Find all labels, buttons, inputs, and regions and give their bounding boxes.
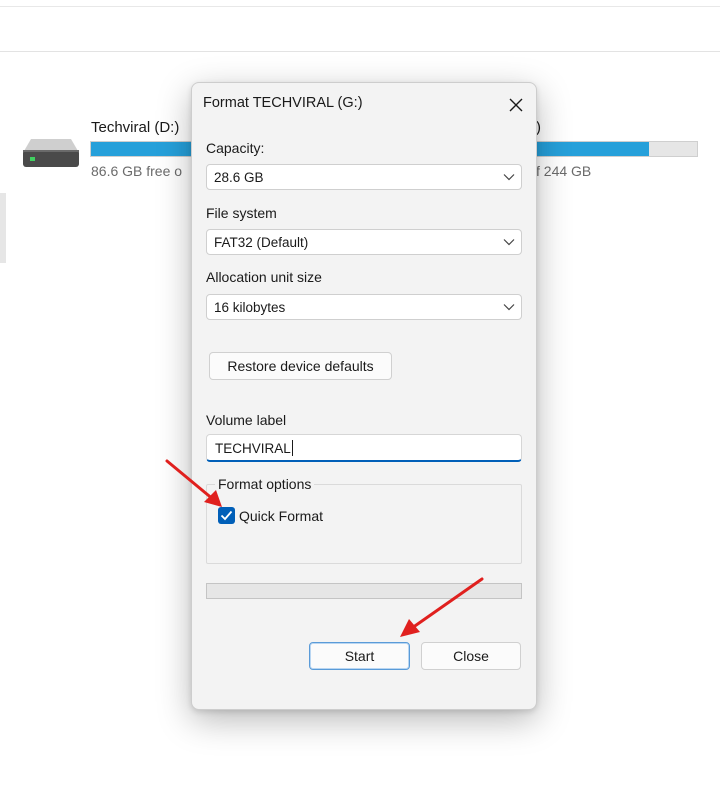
format-progress-bar [206, 583, 522, 599]
file-system-label: File system [206, 205, 277, 221]
navigation-pane-edge [0, 193, 6, 263]
toolbar-divider [0, 6, 720, 7]
restore-defaults-button[interactable]: Restore device defaults [209, 352, 392, 380]
allocation-unit-label: Allocation unit size [206, 269, 322, 285]
format-dialog: Format TECHVIRAL (G:) Capacity: 28.6 GB … [191, 82, 537, 710]
capacity-dropdown[interactable]: 28.6 GB [206, 164, 522, 190]
chevron-down-icon [503, 239, 515, 246]
drive-name-label[interactable]: Techviral (D:) [91, 119, 179, 136]
capacity-value: 28.6 GB [214, 170, 264, 185]
start-button[interactable]: Start [309, 642, 410, 670]
text-caret [292, 440, 293, 456]
drive-free-space-text: 86.6 GB free o [91, 163, 183, 179]
volume-label-label: Volume label [206, 412, 287, 428]
format-options-title: Format options [215, 476, 315, 492]
explorer-toolbar [0, 0, 720, 52]
allocation-unit-value: 16 kilobytes [214, 300, 286, 315]
close-icon[interactable] [504, 93, 528, 117]
quick-format-label[interactable]: Quick Format [239, 508, 323, 524]
drive-total-size-text: f 244 GB [536, 163, 592, 179]
chevron-down-icon [503, 304, 515, 311]
capacity-label: Capacity: [206, 140, 265, 156]
quick-format-checkbox[interactable] [218, 507, 235, 524]
format-options-group [206, 484, 522, 564]
checkmark-icon [220, 510, 233, 521]
toolbar-bottom-border [0, 51, 720, 52]
allocation-unit-dropdown[interactable]: 16 kilobytes [206, 294, 522, 320]
hard-drive-icon [23, 139, 79, 167]
volume-label-value: TECHVIRAL [215, 441, 291, 456]
chevron-down-icon [503, 174, 515, 181]
dialog-title: Format TECHVIRAL (G:) [203, 95, 363, 111]
close-button[interactable]: Close [421, 642, 521, 670]
file-system-value: FAT32 (Default) [214, 235, 309, 250]
volume-label-input[interactable]: TECHVIRAL [206, 434, 522, 462]
file-system-dropdown[interactable]: FAT32 (Default) [206, 229, 522, 255]
